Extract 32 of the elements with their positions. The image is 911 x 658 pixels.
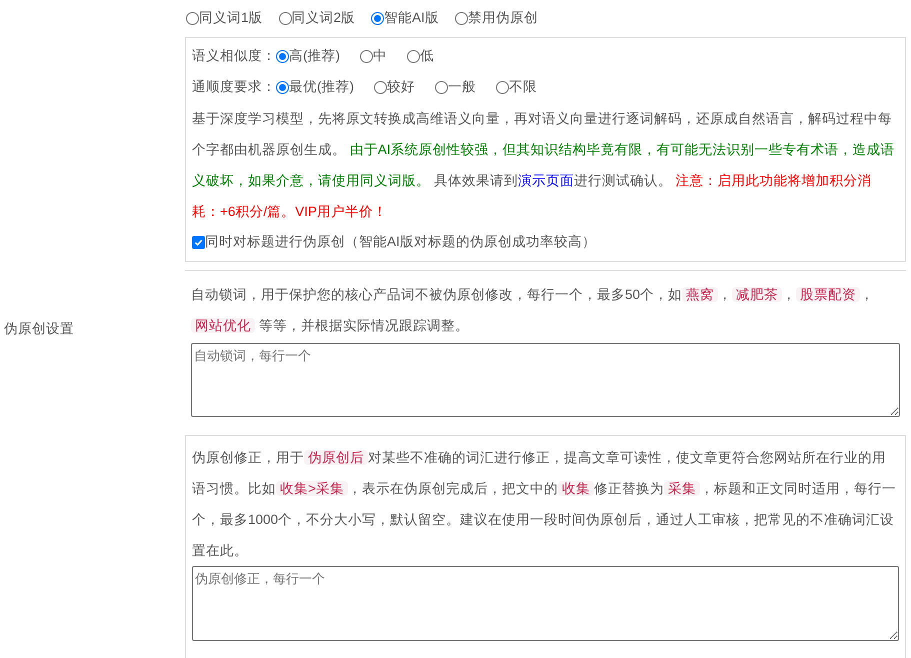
radio-icon — [276, 81, 289, 94]
title-checkbox-option[interactable]: 同时对标题进行伪原创（智能AI版对标题的伪原创成功率较高） — [192, 227, 899, 258]
radio-icon — [496, 81, 509, 94]
radio-option[interactable]: 最优(推荐) — [276, 77, 354, 98]
radio-icon — [276, 50, 289, 63]
radio-option[interactable]: 智能AI版 — [371, 8, 439, 29]
radio-option[interactable]: 中 — [360, 46, 387, 67]
radio-option[interactable]: 禁用伪原创 — [454, 8, 538, 29]
radio-icon — [374, 81, 387, 94]
description-text: 伪原创修正，用于 伪原创后 对某些不准确的词汇进行修正，提高文章可读性，使文章更符合您网站所在行业的用语习惯。比如 收集>采集 ，表示在伪原创完成后，把文中的 收集 修正替换为 采集 ，标题和正文同时适用，每行一个，最多1000个，不分大小写，默认留空。建议在使用一段时间伪原创后，通过人工审核，把常见的不准确词汇设置在此。 — [192, 449, 897, 560]
radio-icon — [407, 50, 420, 63]
description-text: 自动锁词，用于保护您的核心产品词不被伪原创修改，每行一个，最多50个，如 燕窝 ， 减肥茶 ， 股票配资 ， 网站优化 等等，并根据实际情况跟踪调整。 — [191, 286, 876, 335]
similarity-label: 语义相似度： — [192, 47, 276, 66]
radio-icon — [360, 50, 373, 63]
radio-option[interactable]: 不限 — [496, 77, 537, 98]
lock-words-field[interactable]: 自动锁词，每行一个 — [191, 343, 900, 417]
radio-icon — [371, 12, 384, 25]
radio-icon — [186, 12, 199, 25]
radio-icon — [278, 12, 292, 25]
radio-option[interactable]: 同义词1版 — [186, 8, 263, 29]
section-label: 伪原创设置 — [4, 320, 74, 338]
radio-option[interactable]: 一般 — [435, 77, 476, 98]
radio-icon — [435, 81, 448, 94]
description-text: 基于深度学习模型，先将原文转换成高维语义向量，再对语义向量进行逐词解码，还原成自然语言，解码过程中每个字都由机器原创生成。 由于AI系统原创性较强，但其知识结构毕竟有限，有可能无法识别一些专有术语，造成语义破坏，如果介意，请使用同义词版。 具体效果请到演示页面进行测试确认。 注意：启用此功能将增加积分消耗：+6积分/篇。VIP用户半价！ — [192, 110, 896, 221]
demo-link[interactable]: 演示页面 — [518, 173, 574, 188]
radio-option[interactable]: 较好 — [374, 77, 415, 98]
radio-option[interactable]: 高(推荐) — [276, 46, 340, 67]
corrections-field[interactable]: 伪原创修正，每行一个 — [192, 566, 899, 642]
radio-option[interactable]: 低 — [407, 46, 434, 67]
fluency-label: 通顺度要求： — [192, 78, 276, 96]
radio-option[interactable]: 同义词2版 — [278, 8, 356, 29]
radio-icon — [454, 12, 468, 25]
